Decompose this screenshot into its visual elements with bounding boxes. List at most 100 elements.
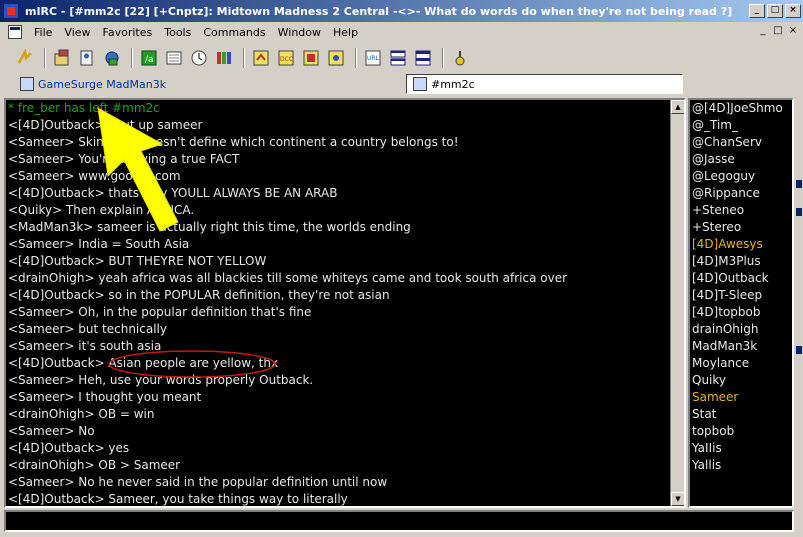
- nick-list[interactable]: @[4D]JoeShmo @_Tim_ @ChanServ @Jasse @Legogu…: [688, 98, 794, 508]
- nick-item[interactable]: @Rippance: [690, 185, 792, 202]
- chat-message: <Sameer> Heh, use your words properly Ou…: [8, 373, 314, 387]
- nick-item[interactable]: +Steneo: [690, 202, 792, 219]
- nick-item[interactable]: Stat: [690, 406, 792, 423]
- notify-button[interactable]: [325, 47, 347, 69]
- timer-button[interactable]: [163, 47, 185, 69]
- dcc-send-button[interactable]: /a: [138, 47, 160, 69]
- channel-icon: [413, 77, 427, 91]
- chat-message: <Sameer> You're denying a true FACT: [8, 152, 240, 166]
- log-button[interactable]: [300, 47, 322, 69]
- connect-button[interactable]: [14, 47, 36, 69]
- chat-message: <MadMan3k> sameer is actually right this…: [8, 220, 411, 234]
- svg-text:/a: /a: [145, 55, 154, 65]
- server-icon: [20, 77, 34, 91]
- edge-marker: [796, 346, 802, 354]
- chat-message: <Sameer> it's south asia: [8, 339, 162, 353]
- cascade-icon: [415, 50, 431, 66]
- chat-window[interactable]: * fre_ber has left #mm2c <[4D]Outback> sh…: [4, 98, 686, 508]
- clock-icon: [191, 50, 207, 66]
- help-button[interactable]: [449, 47, 471, 69]
- server-tab[interactable]: GameSurge MadMan3k: [14, 74, 172, 94]
- address-book-icon: [80, 50, 93, 66]
- chat-message: <drainOhigh> OB > Sameer: [8, 458, 181, 472]
- nick-item[interactable]: drainOhigh: [690, 321, 792, 338]
- nick-items: @[4D]JoeShmo @_Tim_ @ChanServ @Jasse @Legogu…: [690, 100, 792, 474]
- nick-item[interactable]: [4D]M3Plus: [690, 253, 792, 270]
- channels-folder-button[interactable]: [101, 47, 123, 69]
- window-edge: [795, 96, 803, 516]
- nick-item[interactable]: @ChanServ: [690, 134, 792, 151]
- nick-item[interactable]: @Legoguy: [690, 168, 792, 185]
- scroll-up-icon[interactable]: ▲: [671, 100, 684, 114]
- mdi-restore-button[interactable]: □: [771, 25, 785, 38]
- chat-message: <Sameer> Oh, in the popular definition t…: [8, 305, 312, 319]
- message-input[interactable]: [4, 510, 794, 532]
- scripts-button[interactable]: [250, 47, 272, 69]
- nick-item[interactable]: Quiky: [690, 372, 792, 389]
- nick-item[interactable]: @_Tim_: [690, 117, 792, 134]
- urls-button[interactable]: URL: [362, 47, 384, 69]
- menu-help[interactable]: Help: [327, 26, 364, 39]
- chat-message: <drainOhigh> yeah africa was all blackie…: [8, 271, 568, 285]
- connect-icon: [17, 49, 32, 64]
- chat-message: <Quiky> Then explain AFRICA.: [8, 203, 195, 217]
- menu-bar: File View Favorites Tools Commands Windo…: [0, 22, 803, 42]
- nick-item[interactable]: [4D]topbob: [690, 304, 792, 321]
- nick-item[interactable]: [4D]T-Sleep: [690, 287, 792, 304]
- nick-item[interactable]: Sameer: [690, 389, 792, 406]
- toolbar-separator: [355, 48, 357, 68]
- title-bar[interactable]: mIRC - [#mm2c [22] [+Cnptz]: Midtown Mad…: [0, 0, 803, 22]
- scroll-down-icon[interactable]: ▼: [671, 492, 684, 506]
- nick-item[interactable]: Moylance: [690, 355, 792, 372]
- notify-icon: [328, 50, 344, 66]
- menu-tools[interactable]: Tools: [158, 26, 197, 39]
- toolbar-separator: [131, 48, 133, 68]
- maximize-button[interactable]: □: [767, 4, 783, 18]
- cascade-button[interactable]: [412, 47, 434, 69]
- menu-commands[interactable]: Commands: [197, 26, 271, 39]
- window-title: mIRC - [#mm2c [22] [+Cnptz]: Midtown Mad…: [25, 4, 733, 18]
- nick-item[interactable]: MadMan3k: [690, 338, 792, 355]
- nick-item[interactable]: topbob: [690, 423, 792, 440]
- address-book-button[interactable]: [76, 47, 98, 69]
- toolbar-separator: [243, 48, 245, 68]
- chat-message: <drainOhigh> OB = win: [8, 407, 155, 421]
- menu-favorites[interactable]: Favorites: [97, 26, 159, 39]
- channel-tab[interactable]: #mm2c: [406, 74, 683, 94]
- nick-item[interactable]: [4D]Awesys: [690, 236, 792, 253]
- chat-message: <Sameer> www.google.com: [8, 169, 181, 183]
- nick-item[interactable]: YaIIis: [690, 440, 792, 457]
- chat-message: <[4D]Outback> so in the POPULAR definiti…: [8, 288, 390, 302]
- tile-icon: [390, 50, 406, 66]
- mdi-close-button[interactable]: ×: [786, 25, 800, 38]
- chat-message: <Sameer> No: [8, 424, 95, 438]
- nick-item[interactable]: @Jasse: [690, 151, 792, 168]
- chat-scrollbar[interactable]: ▲ ▼: [670, 100, 684, 506]
- chat-lines: * fre_ber has left #mm2c <[4D]Outback> sh…: [6, 100, 684, 506]
- channel-window-icon[interactable]: [8, 25, 22, 39]
- chat-message: <Sameer> Skin color doesn't define which…: [8, 135, 459, 149]
- tile-button[interactable]: [387, 47, 409, 69]
- urls-icon: URL: [365, 50, 381, 66]
- dcc-chat-button[interactable]: DCC: [275, 47, 297, 69]
- menu-view[interactable]: View: [58, 26, 96, 39]
- close-button[interactable]: ×: [785, 4, 801, 18]
- colors-button[interactable]: [213, 47, 235, 69]
- svg-text:DCC: DCC: [280, 56, 293, 63]
- mdi-minimize-button[interactable]: _: [756, 25, 770, 38]
- menu-file[interactable]: File: [28, 26, 58, 39]
- chat-message: <[4D]Outback> BUT THEYRE NOT YELLOW: [8, 254, 267, 268]
- options-button[interactable]: [51, 47, 73, 69]
- menu-window[interactable]: Window: [272, 26, 327, 39]
- chat-message: <[4D]Outback> yes: [8, 441, 130, 455]
- chat-message: <[4D]Outback> thats why YOULL ALWAYS BE …: [8, 186, 338, 200]
- nick-item[interactable]: @[4D]JoeShmo: [690, 100, 792, 117]
- nick-item[interactable]: +Stereo: [690, 219, 792, 236]
- nick-item[interactable]: Yallis: [690, 457, 792, 474]
- window-controls: _ □ ×: [749, 4, 801, 18]
- minimize-button[interactable]: _: [749, 4, 765, 18]
- part-message: * fre_ber has left #mm2c: [8, 101, 160, 115]
- mirc-app-icon[interactable]: [3, 3, 19, 19]
- nick-item[interactable]: [4D]Outback: [690, 270, 792, 287]
- clock-button[interactable]: [188, 47, 210, 69]
